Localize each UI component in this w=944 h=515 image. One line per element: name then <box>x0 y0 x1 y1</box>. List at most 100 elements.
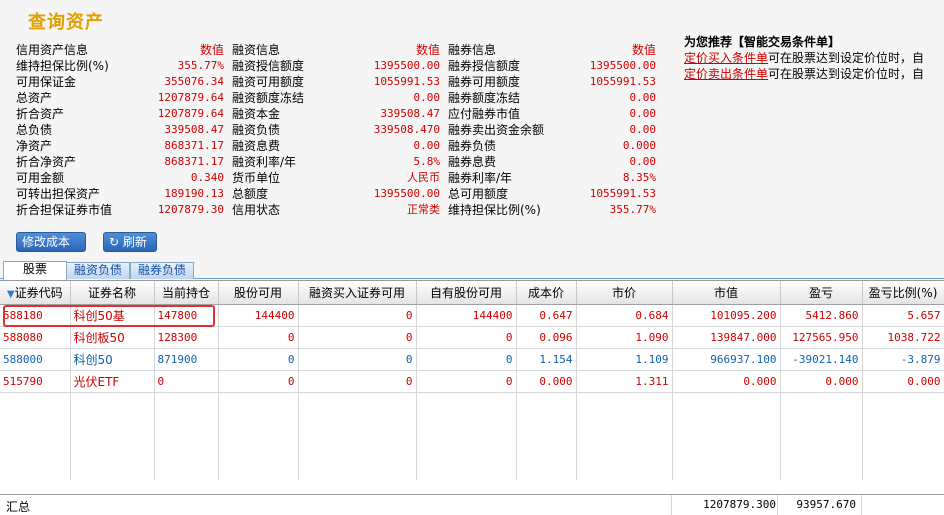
margin-info-value: 1395500.00 <box>373 187 440 200</box>
column-header[interactable]: 证券名称 <box>70 281 155 305</box>
margin-info-value: 0.00 <box>413 91 441 104</box>
table-cell: 588000 <box>0 348 71 371</box>
table-cell <box>576 436 673 458</box>
sell-condition-link[interactable]: 定价卖出条件单 <box>684 67 768 81</box>
buy-condition-text: 可在股票达到设定价位时，自 <box>768 51 925 65</box>
short-info-label: 融券额度冻结 <box>448 91 521 105</box>
table-cell <box>516 458 577 480</box>
table-cell <box>218 392 299 414</box>
table-row[interactable]: 515790 光伏ETF 0 0 0 0 0.000 1.311 0.000 0.000 0.000 <box>0 370 944 393</box>
short-info-row: 融券可用额度 1055991.53 <box>448 74 656 90</box>
column-header[interactable]: 盈亏比例(%) <box>862 281 944 305</box>
table-cell: 1.109 <box>576 348 673 371</box>
table-cell <box>218 436 299 458</box>
credit-info-value: 数值 <box>199 43 224 57</box>
table-cell <box>862 458 944 480</box>
table-cell: 0.000 <box>672 370 781 393</box>
column-header-label: 融资买入证券可用 <box>308 285 405 300</box>
tab-stocks[interactable]: 股票 <box>3 261 67 280</box>
short-info-label: 融券负债 <box>448 139 497 153</box>
margin-info-label: 融资信息 <box>232 43 281 57</box>
table-cell <box>780 436 863 458</box>
column-header[interactable]: 成本价 <box>516 281 577 305</box>
table-cell: 0 <box>218 326 299 349</box>
table-cell <box>298 414 417 436</box>
column-header-label: 盈亏 <box>808 285 833 300</box>
table-cell <box>70 414 155 436</box>
short-info-label: 应付融券市值 <box>448 107 521 121</box>
column-header[interactable]: 当前持仓 <box>154 281 219 305</box>
table-cell: 5.657 <box>862 304 944 327</box>
credit-info-value: 868371.17 <box>164 155 224 168</box>
credit-info-label: 可用金额 <box>16 171 65 185</box>
table-cell: 1038.722 <box>862 326 944 349</box>
margin-info-label: 融资本金 <box>232 107 281 121</box>
table-header-row: ▼证券代码 证券名称 当前持仓 股份可用 融资买入证券可用 自有股份可用 成本价 市价 市值 盈亏… <box>0 281 944 305</box>
credit-info-row: 净资产 868371.17 <box>16 138 224 154</box>
credit-info-value: 1207879.30 <box>157 203 224 216</box>
credit-info-value: 868371.17 <box>164 139 224 152</box>
short-info-label: 融券授信额度 <box>448 59 521 73</box>
table-cell <box>416 392 517 414</box>
column-header[interactable]: 盈亏 <box>780 281 863 305</box>
margin-info-value: 1055991.53 <box>373 75 440 88</box>
margin-info-label: 融资授信额度 <box>232 59 305 73</box>
table-cell <box>780 392 863 414</box>
short-info-label: 维持担保比例(%) <box>448 203 541 217</box>
table-cell <box>416 414 517 436</box>
buy-condition-link[interactable]: 定价买入条件单 <box>684 51 768 65</box>
column-header[interactable]: 股份可用 <box>218 281 299 305</box>
table-cell: 0 <box>218 348 299 371</box>
column-header[interactable]: 自有股份可用 <box>416 281 517 305</box>
credit-info-row: 折合担保证券市值 1207879.30 <box>16 202 224 218</box>
table-body: 588180 科创50基 147800 144400 0 144400 0.647 0.684… <box>0 304 944 480</box>
short-info-label: 融券可用额度 <box>448 75 521 89</box>
margin-info-row: 融资本金 339508.47 <box>232 106 440 122</box>
column-header[interactable]: 市价 <box>576 281 673 305</box>
tab-margin-debt[interactable]: 融资负债 <box>66 262 130 279</box>
table-cell: 0.647 <box>516 304 577 327</box>
margin-info-row: 总额度 1395500.00 <box>232 186 440 202</box>
margin-info-label: 融资息费 <box>232 139 281 153</box>
column-header[interactable]: ▼证券代码 <box>0 281 71 305</box>
table-cell: 0.000 <box>780 370 863 393</box>
tab-short-debt[interactable]: 融券负债 <box>130 262 194 279</box>
short-info-row: 融券信息 数值 <box>448 42 656 58</box>
column-header[interactable]: 市值 <box>672 281 781 305</box>
margin-info-row: 融资可用额度 1055991.53 <box>232 74 440 90</box>
margin-info-label: 融资负债 <box>232 123 281 137</box>
margin-info-value: 339508.470 <box>373 123 440 136</box>
short-info-label: 融券利率/年 <box>448 171 513 185</box>
table-cell <box>672 458 781 480</box>
column-header-label: 盈亏比例(%) <box>868 285 938 300</box>
modify-cost-button[interactable]: 修改成本价 <box>16 232 86 267</box>
credit-info-row: 折合资产 1207879.64 <box>16 106 224 122</box>
credit-info-section: 信用资产信息 数值 维持担保比例(%) 355.77% 可用保证金 355076.34 总资… <box>16 42 224 218</box>
short-info-label: 融券卖出资金余额 <box>448 123 545 137</box>
margin-info-row: 融资信息 数值 <box>232 42 440 58</box>
column-header[interactable]: 融资买入证券可用 <box>298 281 417 305</box>
margin-info-label: 货币单位 <box>232 171 281 185</box>
table-row-empty <box>0 458 944 480</box>
margin-info-row: 融资负债 339508.470 <box>232 122 440 138</box>
table-cell: 966937.100 <box>672 348 781 371</box>
table-cell <box>862 414 944 436</box>
margin-info-value: 0.00 <box>413 139 441 152</box>
table-cell: 515790 <box>0 370 71 393</box>
holdings-grid: ▼证券代码 证券名称 当前持仓 股份可用 融资买入证券可用 自有股份可用 成本价 市价 市值 盈亏… <box>0 280 944 515</box>
short-info-row: 融券卖出资金余额 0.00 <box>448 122 656 138</box>
table-cell <box>416 458 517 480</box>
summary-market-value: 1207879.300 <box>703 498 776 511</box>
table-row[interactable]: 588080 科创板50 128300 0 0 0 0.096 1.090 139847.000… <box>0 326 944 349</box>
table-row[interactable]: 588000 科创50 871900 0 0 0 1.154 1.109 966937.100-… <box>0 348 944 371</box>
table-cell: 144400 <box>416 304 517 327</box>
table-cell: 0.096 <box>516 326 577 349</box>
refresh-button[interactable]: ↻ 刷新 <box>103 232 157 252</box>
table-row[interactable]: 588180 科创50基 147800 144400 0 144400 0.647 0.684… <box>0 304 944 327</box>
sort-desc-icon: ▼ <box>6 288 15 300</box>
short-info-value: 0.00 <box>629 91 657 104</box>
table-cell: 0.684 <box>576 304 673 327</box>
credit-info-value: 189190.13 <box>164 187 224 200</box>
margin-info-value: 5.8% <box>413 155 441 168</box>
short-info-row: 应付融券市值 0.00 <box>448 106 656 122</box>
